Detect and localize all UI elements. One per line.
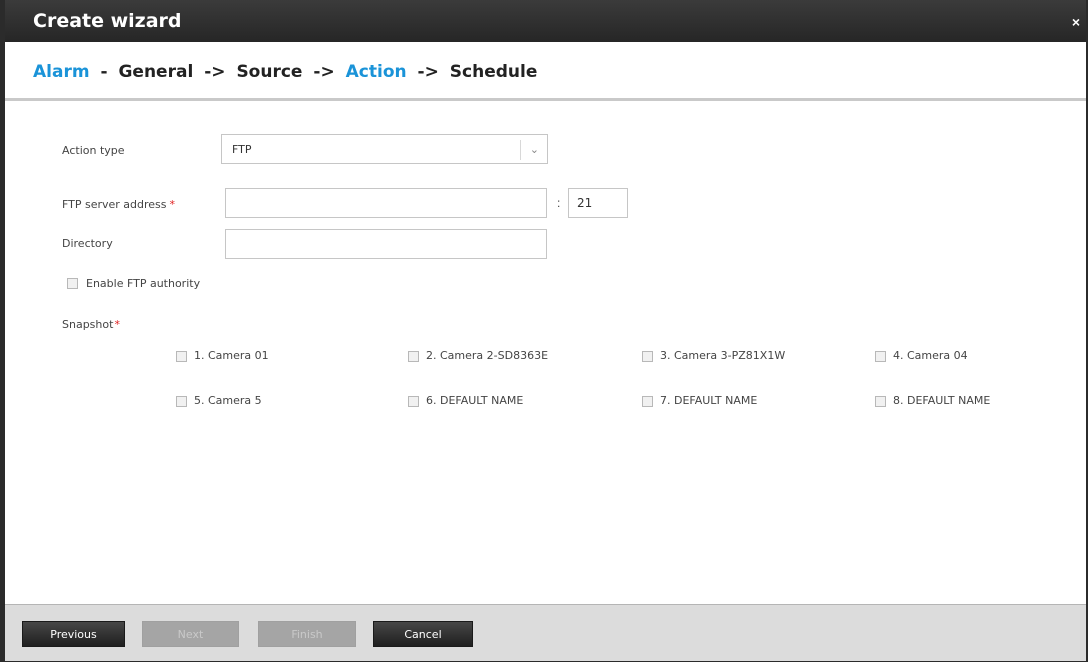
- directory-label: Directory: [62, 237, 113, 250]
- breadcrumb-schedule: Schedule: [449, 62, 538, 82]
- port-separator: :: [557, 196, 561, 210]
- camera-checkbox-6[interactable]: [408, 396, 419, 407]
- action-type-select[interactable]: FTP ⌄: [221, 134, 548, 164]
- directory-input[interactable]: [225, 229, 547, 259]
- select-divider: [520, 140, 521, 160]
- enable-ftp-auth-label: Enable FTP authority: [86, 277, 201, 290]
- ftp-server-label: FTP server address *: [62, 198, 175, 211]
- ftp-server-input[interactable]: [225, 188, 547, 218]
- chevron-down-icon[interactable]: ⌄: [530, 143, 539, 156]
- title-bar: Create wizard ×: [5, 0, 1086, 42]
- ftp-server-label-text: FTP server address: [62, 198, 167, 211]
- camera-label: 2. Camera 2-SD8363E: [426, 349, 549, 362]
- breadcrumb: Alarm - General -> Source -> Action -> S…: [33, 62, 537, 82]
- camera-checkbox-1[interactable]: [176, 351, 187, 362]
- camera-label: 7. DEFAULT NAME: [660, 394, 758, 407]
- breadcrumb-separator: -: [100, 62, 108, 82]
- create-wizard-dialog: Create wizard × Alarm - General -> Sourc…: [0, 0, 1088, 662]
- camera-checkbox-3[interactable]: [642, 351, 653, 362]
- breadcrumb-separator: ->: [204, 62, 226, 82]
- camera-label: 8. DEFAULT NAME: [893, 394, 991, 407]
- port-input[interactable]: [568, 188, 628, 218]
- camera-label: 6. DEFAULT NAME: [426, 394, 524, 407]
- dialog-title: Create wizard: [33, 10, 182, 32]
- enable-ftp-auth-checkbox[interactable]: [67, 278, 78, 289]
- camera-label: 5. Camera 5: [194, 394, 262, 407]
- camera-checkbox-5[interactable]: [176, 396, 187, 407]
- action-type-label: Action type: [62, 144, 125, 157]
- cancel-button[interactable]: Cancel: [373, 621, 473, 647]
- breadcrumb-action: Action: [345, 62, 407, 82]
- camera-checkbox-2[interactable]: [408, 351, 419, 362]
- camera-label: 4. Camera 04: [893, 349, 968, 362]
- close-icon[interactable]: ×: [1072, 14, 1080, 30]
- camera-checkbox-7[interactable]: [642, 396, 653, 407]
- breadcrumb-source: Source: [236, 62, 303, 82]
- dialog-footer: Previous Next Finish Cancel: [5, 604, 1086, 661]
- camera-label: 3. Camera 3-PZ81X1W: [660, 349, 786, 362]
- breadcrumb-alarm: Alarm: [33, 62, 90, 82]
- required-marker: *: [114, 318, 120, 331]
- header-divider: [5, 98, 1086, 101]
- breadcrumb-separator: ->: [313, 62, 335, 82]
- required-marker: *: [169, 198, 176, 211]
- action-type-value: FTP: [232, 143, 252, 156]
- breadcrumb-general: General: [118, 62, 194, 82]
- next-button[interactable]: Next: [142, 621, 239, 647]
- previous-button[interactable]: Previous: [22, 621, 125, 647]
- camera-label: 1. Camera 01: [194, 349, 269, 362]
- camera-checkbox-8[interactable]: [875, 396, 886, 407]
- breadcrumb-separator: ->: [417, 62, 439, 82]
- finish-button[interactable]: Finish: [258, 621, 356, 647]
- snapshot-label-text: Snapshot: [62, 318, 114, 331]
- camera-checkbox-4[interactable]: [875, 351, 886, 362]
- snapshot-label: Snapshot*: [62, 318, 120, 331]
